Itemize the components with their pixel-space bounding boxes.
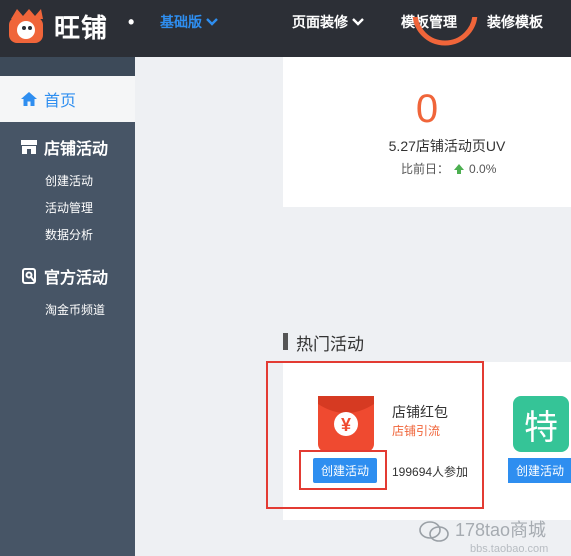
section-marker (283, 333, 288, 350)
uv-label: 5.27店铺活动页UV (388, 138, 506, 154)
create-activity-button[interactable]: 创建活动 (313, 458, 377, 483)
chevron-down-icon (206, 18, 218, 26)
brand-dot: • (128, 12, 135, 32)
sidebar-item-create-activity[interactable]: 创建活动 (45, 172, 93, 189)
sidebar-top-strip (0, 57, 135, 76)
nav-decoration-templates[interactable]: 装修模板 (487, 12, 543, 32)
wechat-icon (419, 521, 449, 542)
arrow-up-icon (454, 163, 465, 174)
sidebar-group-label: 店铺活动 (44, 141, 109, 158)
watermark-text: 178tao商城 (455, 520, 547, 540)
sidebar-item-data-analysis[interactable]: 数据分析 (45, 226, 93, 243)
nav-page-decoration[interactable]: 页面装修 (292, 12, 364, 32)
chevron-down-icon (352, 18, 364, 26)
create-activity-button-2[interactable]: 创建活动 (508, 458, 571, 483)
uv-ring-icon (412, 17, 478, 46)
nav-label: 装修模板 (487, 14, 543, 30)
edition-label: 基础版 (160, 14, 202, 30)
hot-activities-title: 热门活动 (296, 335, 364, 354)
nav-label: 页面装修 (292, 14, 348, 30)
sidebar-item-taojinbi-channel[interactable]: 淘金币频道 (45, 301, 105, 318)
activity-tag: 店铺引流 (392, 424, 441, 438)
logo-icon[interactable] (5, 3, 47, 45)
uv-value: 0 (415, 87, 439, 131)
sidebar-group-shop-activities[interactable]: 店铺活动 (20, 135, 108, 159)
brand-name: 旺铺 (54, 13, 109, 43)
hongbao-icon: ¥ (318, 396, 374, 452)
gift-tag-icon (22, 268, 36, 284)
sidebar-item-activity-management[interactable]: 活动管理 (45, 199, 93, 216)
hongbao-glyph: ¥ (341, 415, 351, 435)
top-bar: 旺铺 • 基础版 页面装修 模板管理 装修模板 (0, 0, 571, 57)
participant-count: 199694人参加 (392, 465, 469, 479)
compare-value: 0.0% (469, 161, 497, 176)
uv-stats-panel: 0 5.27店铺活动页UV 比前日： 0.0% (283, 17, 571, 207)
compare-label: 比前日： (401, 162, 450, 176)
activity-name: 店铺红包 (392, 404, 448, 420)
sidebar-item-home[interactable]: 首页 (0, 76, 135, 122)
sidebar-group-label: 官方活动 (44, 270, 109, 287)
edition-dropdown[interactable]: 基础版 (160, 12, 218, 32)
store-icon (21, 140, 37, 154)
home-icon (21, 92, 37, 106)
sidebar-item-label: 首页 (44, 93, 77, 110)
watermark-url: bbs.taobao.com (470, 543, 549, 555)
uv-compare: 比前日： 0.0% (401, 160, 496, 177)
sidebar-group-official-activities[interactable]: 官方活动 (20, 264, 108, 288)
special-offer-icon: 特 (513, 396, 569, 452)
